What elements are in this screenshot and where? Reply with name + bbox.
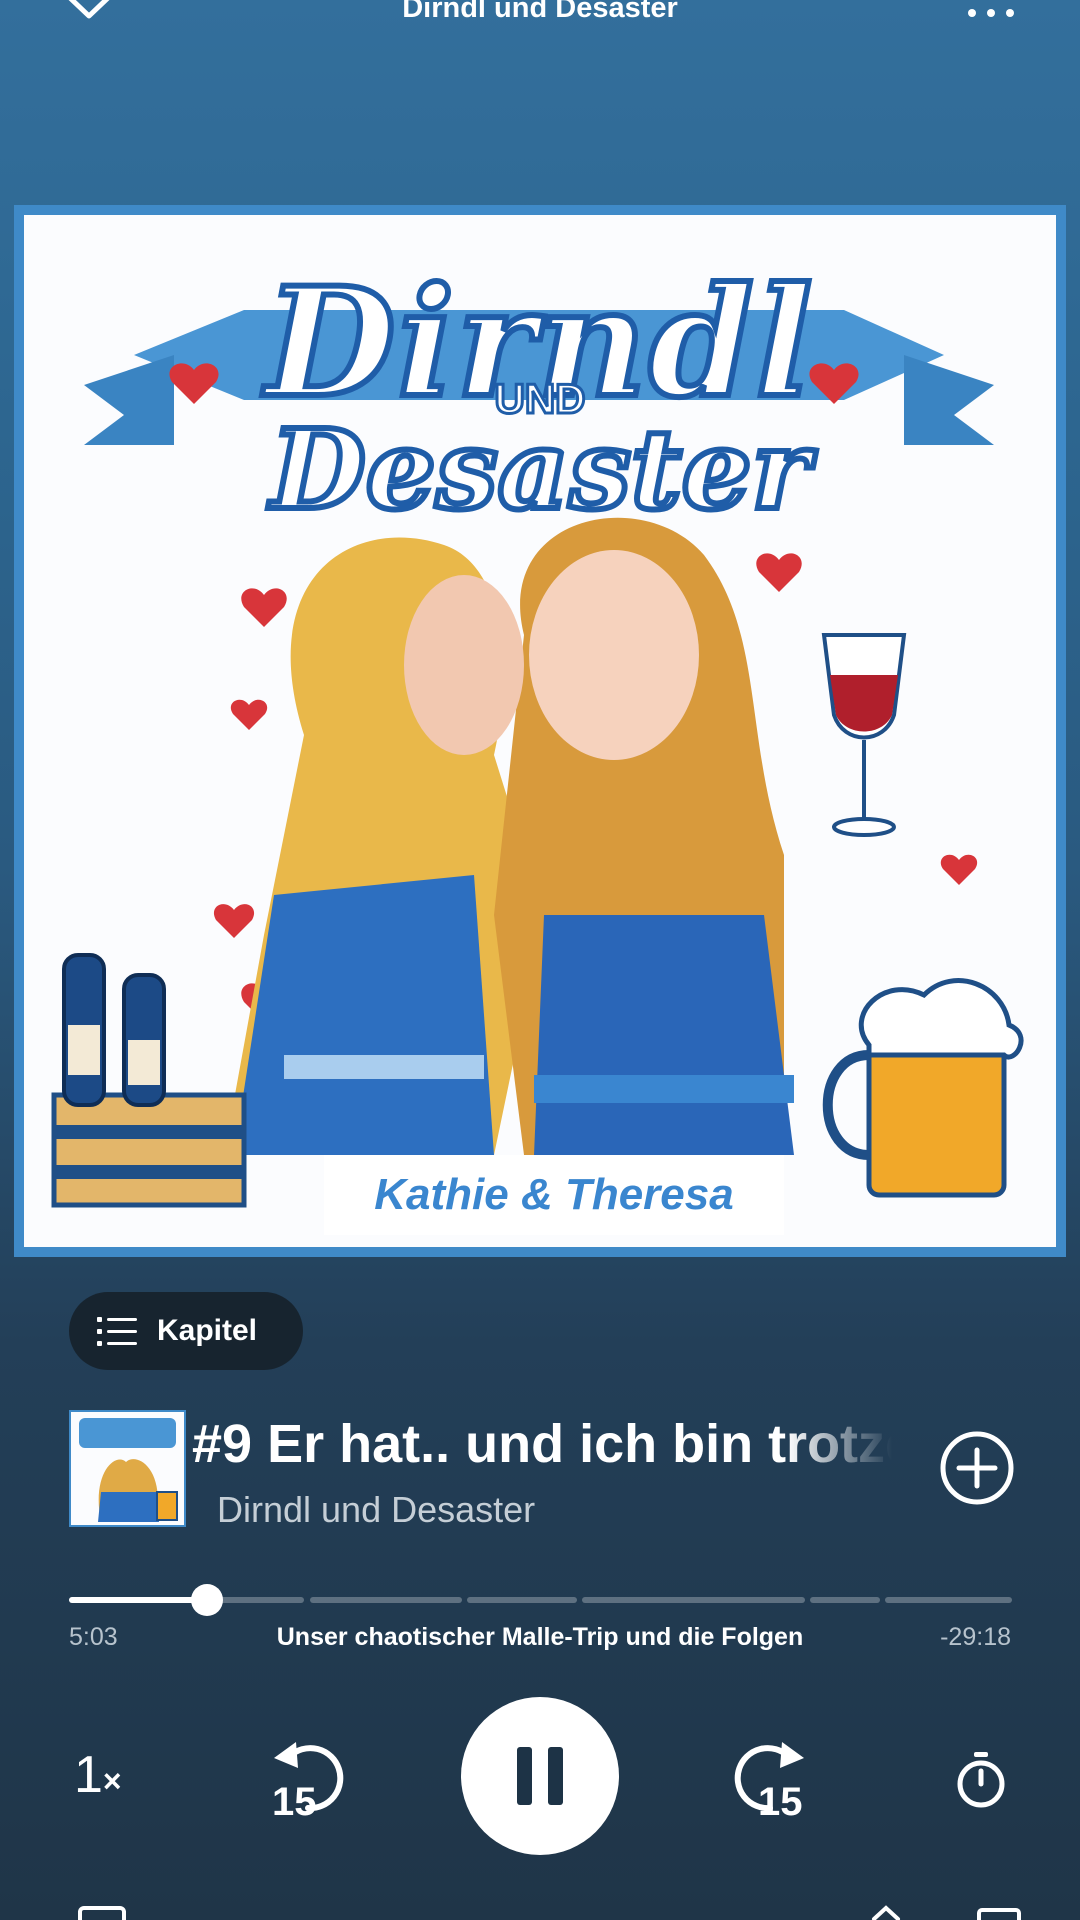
show-name[interactable]: Dirndl und Desaster	[217, 1489, 535, 1531]
pause-icon	[517, 1747, 532, 1805]
cover-title-desaster: Desaster	[267, 402, 812, 537]
chapter-segment	[810, 1597, 880, 1603]
list-icon	[97, 1317, 137, 1346]
chapters-label: Kapitel	[157, 1314, 258, 1347]
chapter-segment	[582, 1597, 805, 1603]
chapter-segment	[467, 1597, 577, 1603]
connect-device-icon[interactable]	[78, 1905, 126, 1920]
episode-title[interactable]: #9 Er hat.. und ich bin trotzdem	[192, 1413, 892, 1479]
podcast-cover-art: Dirndl UND Desaster Kathie & Theresa	[14, 205, 1066, 1257]
episode-thumbnail[interactable]	[69, 1410, 186, 1527]
chapter-segment	[310, 1597, 462, 1603]
playback-speed-button[interactable]: 1×	[74, 1745, 122, 1805]
playback-progress-bar[interactable]	[69, 1584, 1012, 1616]
speed-value: 1	[74, 1746, 103, 1804]
progress-knob[interactable]	[190, 1584, 223, 1616]
thumbnail-art	[71, 1412, 184, 1525]
pause-button[interactable]	[461, 1697, 619, 1855]
current-chapter-title: Unser chaotischer Malle-Trip und die Fol…	[276, 1623, 804, 1651]
skip-forward-seconds: 15	[758, 1780, 803, 1824]
cover-hosts: Kathie & Theresa	[374, 1170, 734, 1219]
chapter-segment	[69, 1597, 304, 1603]
sleep-timer-icon[interactable]	[956, 1752, 1006, 1808]
progress-fill	[69, 1597, 207, 1603]
more-options-icon[interactable]	[966, 6, 1016, 20]
add-to-library-icon[interactable]	[939, 1430, 1015, 1506]
pause-icon	[548, 1747, 563, 1805]
chapter-segment	[885, 1597, 1012, 1603]
skip-back-seconds: 15	[272, 1780, 317, 1824]
queue-icon[interactable]	[975, 1905, 1023, 1920]
speed-unit: ×	[102, 1763, 122, 1799]
top-bar: Dirndl und Desaster	[0, 0, 1080, 40]
page-title: Dirndl und Desaster	[402, 0, 678, 24]
chapters-button[interactable]: Kapitel	[69, 1292, 303, 1370]
remaining-time: -29:18	[940, 1623, 1011, 1651]
share-icon[interactable]	[862, 1905, 910, 1920]
